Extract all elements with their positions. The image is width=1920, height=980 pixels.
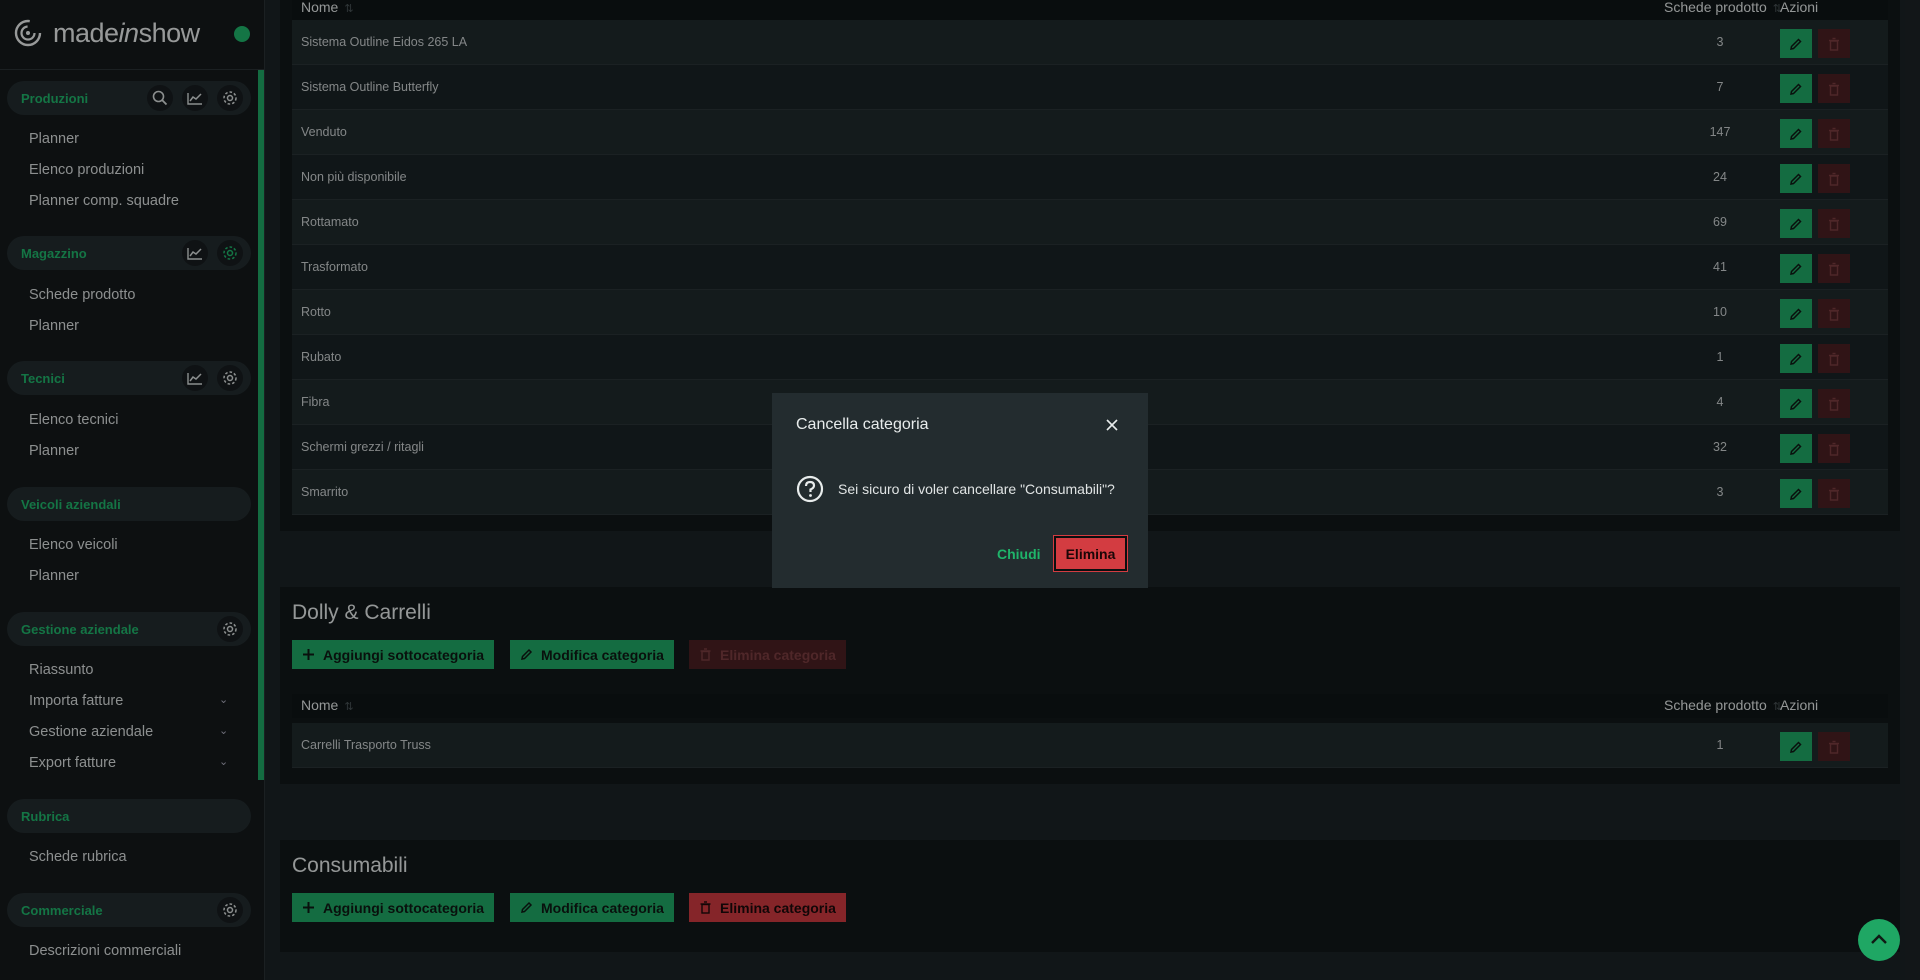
dialog-close-button[interactable]: Chiudi: [997, 546, 1041, 562]
chevron-up-icon: [1871, 934, 1887, 944]
question-icon: [796, 475, 824, 503]
dialog-message: Sei sicuro di voler cancellare "Consumab…: [838, 481, 1115, 497]
dialog-title: Cancella categoria: [796, 416, 929, 433]
dialog-confirm-button[interactable]: Elimina: [1053, 535, 1128, 572]
close-icon[interactable]: [1102, 415, 1122, 435]
delete-category-dialog: Cancella categoria Sei sicuro di voler c…: [772, 393, 1148, 588]
scroll-to-top-button[interactable]: [1858, 919, 1900, 961]
